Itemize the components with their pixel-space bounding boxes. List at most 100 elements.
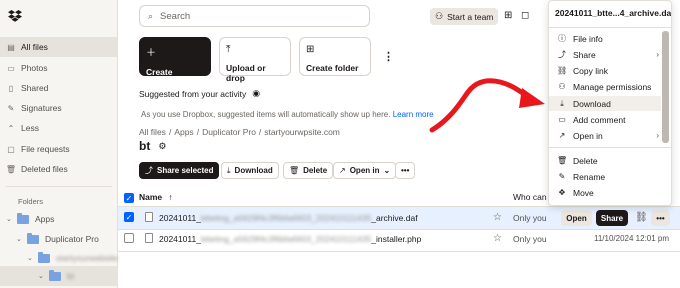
delete-button[interactable]: 🗑 Delete [283,162,334,179]
folder-icon [17,212,29,224]
tree-item-site[interactable]: ⌄ startyourwebsite [27,249,118,267]
sidebar-item-shared[interactable]: ▯ Shared [0,78,118,98]
tree-item-label: bt [67,271,75,281]
menu-item-move[interactable]: ✥ Move [549,185,661,200]
menu-scrollbar[interactable] [662,31,669,143]
menu-item-label: Move [573,187,594,198]
menu-item-label: Rename [573,171,606,182]
sidebar-item-file-requests[interactable]: ▢ File requests [0,139,118,159]
toolbar-more-button[interactable]: ••• [395,162,416,179]
chevron-down-icon[interactable]: ⌄ [16,235,24,243]
breadcrumb-item-all-files[interactable]: All files [139,127,166,137]
download-label: Download [234,166,273,175]
create-folder-button[interactable]: ⊞ Create folder [299,37,371,76]
sidebar-item-photos[interactable]: ▭ Photos [0,58,118,78]
open-in-label: Open in [349,166,380,175]
settings-icon[interactable]: ⚙ [158,141,166,152]
signature-icon: ✎ [7,103,15,113]
menu-item-label: File info [573,33,603,44]
notification-icon[interactable]: ◻ [521,10,529,21]
breadcrumb-item-duplicator-pro[interactable]: Duplicator Pro [202,127,256,137]
folder-icon [49,269,61,281]
create-button[interactable]: ＋ Create [139,37,211,77]
chevron-down-icon[interactable]: ⌄ [38,272,46,280]
share-selected-button[interactable]: ⤴ Share selected [139,162,220,179]
chevron-down-icon[interactable]: ⌄ [27,254,35,262]
row-checkbox[interactable]: ✓ [124,212,134,222]
sidebar-item-label: Shared [21,83,49,93]
upload-label: Upload or drop [226,63,266,83]
link-icon[interactable]: ⛓ [635,212,648,223]
menu-item-delete[interactable]: 🗑 Delete [549,153,661,168]
suggested-heading-label: Suggested from your activity [139,88,247,99]
open-in-icon: ↗ [339,166,346,175]
page-title-text: bt [139,139,151,153]
sidebar-item-label: Photos [21,63,48,73]
file-name-redacted: btteting_a5629f4c3f6bfa6603_202410111435 [200,213,372,223]
open-label: Open [566,213,587,223]
open-in-button[interactable]: ↗ Open in ⌄ [333,162,397,179]
breadcrumb-separator: / [196,127,200,137]
select-all-checkbox[interactable]: ✓ [124,193,134,203]
file-name-suffix: _archive.daf [371,213,418,223]
file-name[interactable]: 20241011_btteting_a5629f4c3f6bfa6603_202… [159,213,418,223]
sidebar: ▤ All files ▭ Photos ▯ Shared ✎ Signatur… [0,0,118,288]
menu-item-add-comment[interactable]: ▭ Add comment [549,112,661,127]
star-icon[interactable]: ☆ [493,212,502,223]
upload-button[interactable]: ⤒ Upload or drop [219,37,291,83]
tree-item-label: startyourwebsite [56,253,118,263]
shared-icon: ▯ [8,83,14,93]
trash-icon: 🗑 [557,156,568,165]
sidebar-item-less[interactable]: ⌃ Less [0,118,118,138]
search-icon: ⌕ [148,10,154,21]
sidebar-item-all-files[interactable]: ▤ All files [0,37,118,57]
folder-icon [38,251,50,263]
search-input[interactable]: ⌕ Search [139,5,370,27]
tree-item-bt[interactable]: ⌄ bt [38,267,74,285]
sidebar-item-label: Signatures [21,103,62,113]
info-icon: ⓘ [558,34,566,43]
dropbox-logo-icon[interactable] [8,9,22,23]
row-checkbox[interactable] [124,233,134,243]
menu-item-share[interactable]: ⤴ Share › [549,47,661,62]
start-team-button[interactable]: ⚇ Start a team [430,8,499,25]
download-icon: ⤓ [560,98,564,108]
menu-item-manage-permissions[interactable]: ⚇ Manage permissions [549,79,661,94]
sidebar-item-label: All files [21,42,48,52]
menu-item-rename[interactable]: ✎ Rename [549,169,661,184]
share-icon: ⤴ [558,50,566,59]
apps-grid-icon[interactable]: ⊞ [504,10,512,21]
download-button[interactable]: ⤓ Download [221,162,279,179]
chevron-right-icon: › [656,50,659,59]
share-button[interactable]: Share [596,210,628,226]
tree-item-apps[interactable]: ⌄ Apps [6,210,54,228]
breadcrumb: All files / Apps / Duplicator Pro / startyourw… [139,127,340,137]
menu-item-open-in[interactable]: ↗ Open in › [549,128,661,143]
file-name-prefix: 20241011_ [159,213,201,223]
comment-icon: ▭ [558,115,566,124]
learn-more-link[interactable]: Learn more [393,110,434,119]
column-header-name-label: Name [139,192,163,202]
file-icon [145,212,153,222]
star-icon[interactable]: ☆ [493,233,502,244]
row-more-button[interactable]: ••• [651,210,670,226]
breadcrumb-item-site[interactable]: startyourwpsite.com [264,127,340,137]
column-header-name[interactable]: Name ↑ [139,192,173,202]
menu-divider [549,27,671,28]
file-name[interactable]: 20241011_btteting_a5629f4c3f6bfa6603_202… [159,234,421,244]
folder-icon: ▤ [7,42,15,52]
open-button[interactable]: Open [561,210,592,226]
tree-item-duplicator-pro[interactable]: ⌄ Duplicator Pro [16,230,99,248]
more-options-icon[interactable]: ⋮ [383,50,394,63]
eye-icon[interactable]: ◉ [252,88,260,99]
breadcrumb-item-apps[interactable]: Apps [174,127,193,137]
menu-item-file-info[interactable]: ⓘ File info [549,31,661,46]
menu-item-copy-link[interactable]: ⛓ Copy link [549,63,661,78]
menu-item-download[interactable]: ⤓ Download [549,96,661,111]
download-icon: ⤓ [227,165,231,175]
photo-icon: ▭ [7,63,15,73]
sidebar-item-signatures[interactable]: ✎ Signatures [0,98,118,118]
sidebar-item-deleted-files[interactable]: 🗑 Deleted files [0,159,118,179]
trash-icon: 🗑 [289,166,300,175]
chevron-down-icon[interactable]: ⌄ [6,215,14,223]
